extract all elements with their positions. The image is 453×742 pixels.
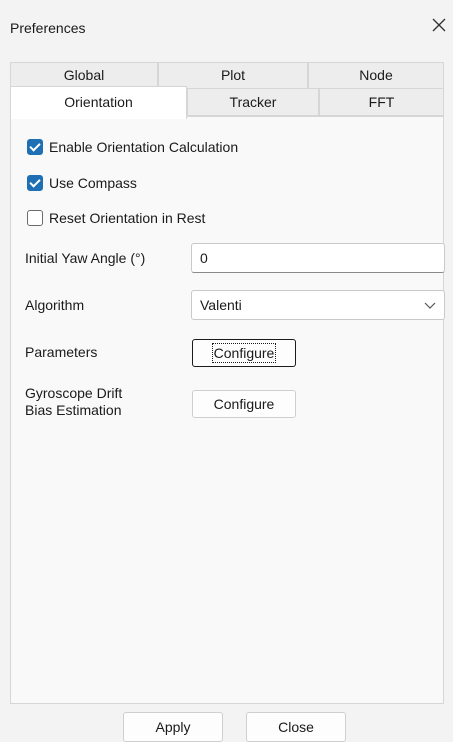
check-icon[interactable]: [27, 139, 43, 155]
initial-yaw-input[interactable]: 0: [191, 243, 445, 273]
tab-tracker[interactable]: Tracker: [187, 88, 319, 116]
apply-button[interactable]: Apply: [123, 712, 223, 742]
tab-label: Global: [63, 67, 105, 83]
algorithm-label: Algorithm: [25, 297, 85, 313]
checkbox-label: Enable Orientation Calculation: [49, 139, 239, 155]
button-label: Configure: [211, 343, 277, 363]
close-icon[interactable]: [430, 16, 448, 34]
button-label: Apply: [155, 719, 191, 735]
gyro-configure-button[interactable]: Configure: [192, 390, 296, 418]
tab-fft[interactable]: FFT: [319, 88, 444, 116]
checkbox-label: Use Compass: [49, 175, 137, 191]
initial-yaw-label: Initial Yaw Angle (°): [25, 250, 146, 266]
tab-node[interactable]: Node: [308, 62, 444, 88]
button-label: Configure: [213, 396, 275, 412]
algorithm-value: Valenti: [200, 297, 242, 313]
close-button[interactable]: Close: [246, 712, 346, 742]
preferences-dialog: Preferences Global Plot Node Orientation…: [0, 0, 453, 742]
parameters-label: Parameters: [25, 344, 98, 360]
use-compass-checkbox[interactable]: Use Compass: [27, 173, 137, 193]
tab-label: Tracker: [229, 94, 277, 110]
tab-plot[interactable]: Plot: [158, 62, 308, 88]
checkbox-label: Reset Orientation in Rest: [49, 210, 206, 226]
title-bar: Preferences: [0, 0, 453, 48]
orientation-panel: Enable Orientation Calculation Use Compa…: [10, 116, 445, 704]
check-icon[interactable]: [27, 175, 43, 191]
chevron-down-icon: [424, 302, 436, 309]
enable-orientation-checkbox[interactable]: Enable Orientation Calculation: [27, 137, 238, 157]
tab-bar: Global Plot Node Orientation Tracker FFT: [10, 60, 444, 120]
gyro-label-line1: Gyroscope Drift: [25, 385, 123, 401]
parameters-configure-button[interactable]: Configure: [192, 339, 296, 367]
reset-orientation-checkbox[interactable]: Reset Orientation in Rest: [27, 208, 205, 228]
gyro-drift-label: Gyroscope Drift Bias Estimation: [25, 385, 122, 419]
window-title: Preferences: [10, 20, 86, 36]
button-label: Close: [278, 719, 314, 735]
checkbox-box[interactable]: [27, 210, 43, 226]
tab-label: Node: [359, 67, 393, 83]
gyro-label-line2: Bias Estimation: [25, 402, 122, 418]
algorithm-select[interactable]: Valenti: [191, 290, 445, 320]
tab-label: Orientation: [64, 94, 133, 110]
tab-label: FFT: [368, 94, 395, 110]
tab-orientation[interactable]: Orientation: [10, 86, 187, 119]
tab-label: Plot: [220, 67, 246, 83]
tab-global[interactable]: Global: [10, 62, 158, 88]
